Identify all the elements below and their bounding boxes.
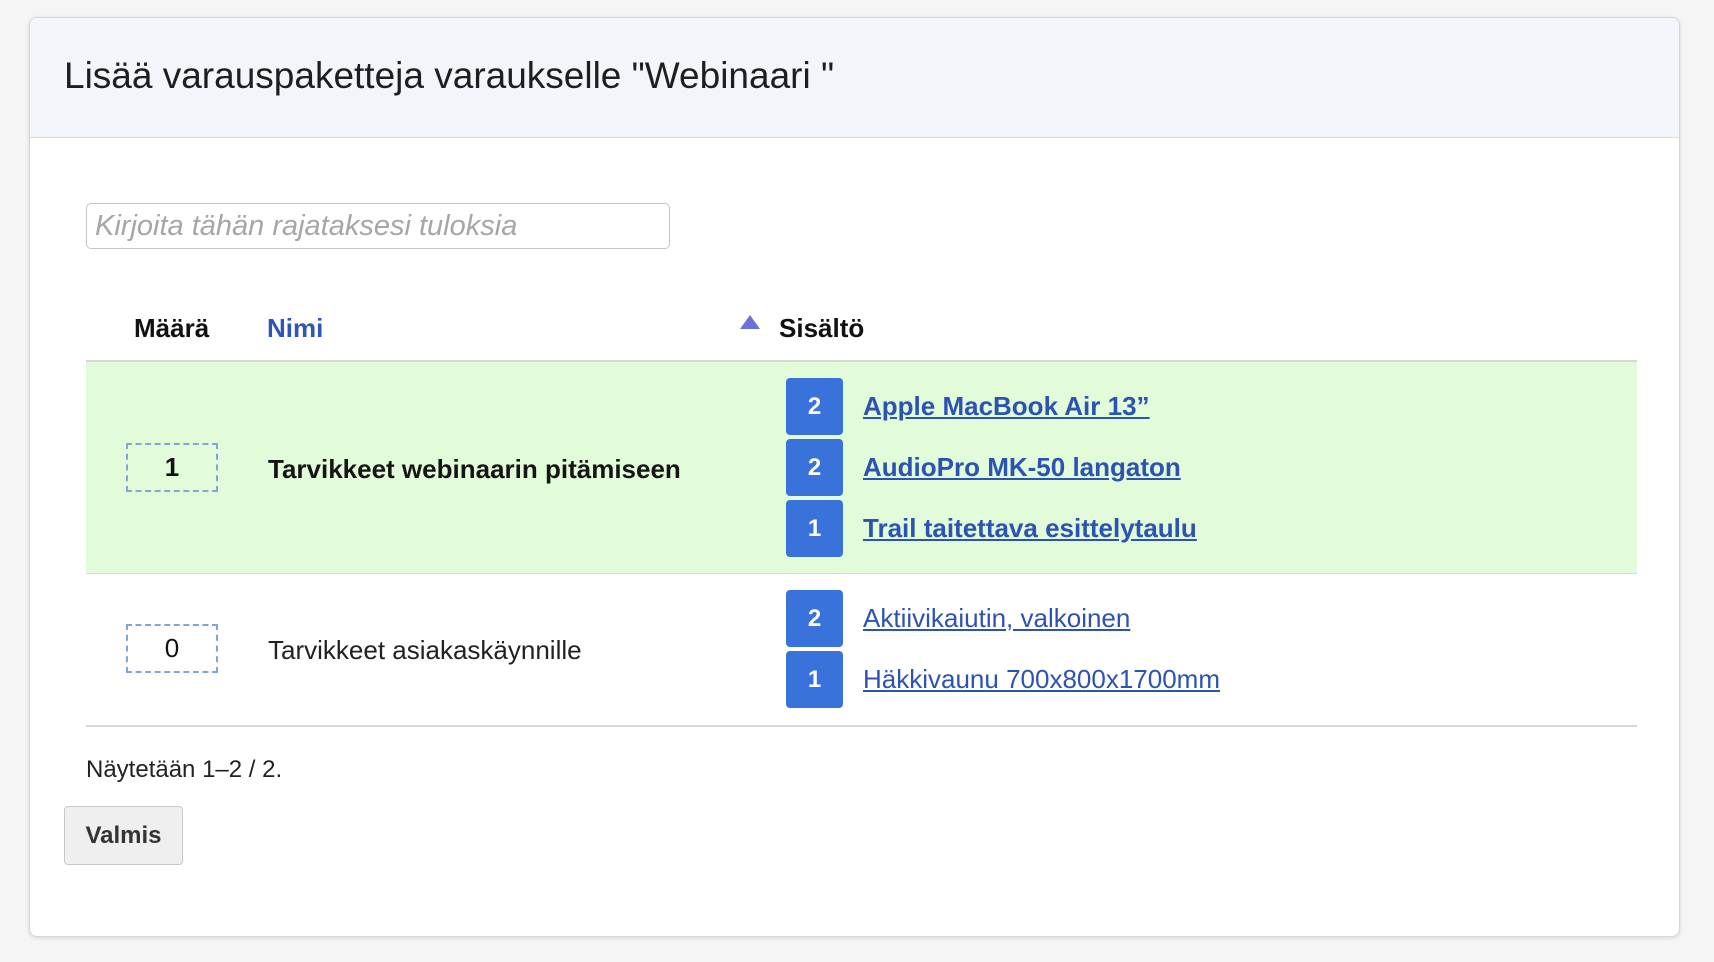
content-item: 1 Häkkivaunu 700x800x1700mm	[786, 651, 1220, 708]
column-header-name[interactable]: Nimi	[267, 313, 323, 344]
content-item: 2 AudioPro MK-50 langaton	[786, 439, 1197, 496]
item-link[interactable]: Aktiivikaiutin, valkoinen	[863, 603, 1130, 634]
column-header-quantity: Määrä	[134, 313, 210, 343]
package-contents: 2 Aktiivikaiutin, valkoinen 1 Häkkivaunu…	[786, 590, 1220, 708]
item-link[interactable]: Häkkivaunu 700x800x1700mm	[863, 664, 1220, 695]
package-name: Tarvikkeet asiakaskäynnille	[268, 635, 582, 665]
quantity-input[interactable]	[126, 624, 218, 673]
package-name: Tarvikkeet webinaarin pitämiseen	[268, 454, 681, 484]
content-item: 2 Apple MacBook Air 13”	[786, 378, 1197, 435]
item-link[interactable]: Trail taitettava esittelytaulu	[863, 513, 1197, 544]
dialog-header: Lisää varauspaketteja varaukselle "Webin…	[30, 18, 1679, 138]
content-item: 1 Trail taitettava esittelytaulu	[786, 500, 1197, 557]
packages-table: Määrä Nimi Sisältö Tarvikkeet webinaarin…	[86, 283, 1637, 727]
pagination-summary: Näytetään 1–2 / 2.	[86, 756, 283, 783]
done-button[interactable]: Valmis	[64, 806, 183, 865]
item-count-badge: 2	[786, 590, 843, 647]
table-header: Määrä Nimi Sisältö	[86, 283, 1637, 362]
content-item: 2 Aktiivikaiutin, valkoinen	[786, 590, 1220, 647]
table-row: Tarvikkeet webinaarin pitämiseen 2 Apple…	[86, 362, 1637, 574]
column-header-contents: Sisältö	[779, 313, 865, 343]
quantity-input[interactable]	[126, 443, 218, 492]
item-count-badge: 1	[786, 500, 843, 557]
package-contents: 2 Apple MacBook Air 13” 2 AudioPro MK-50…	[786, 378, 1197, 557]
dialog-title: Lisää varauspaketteja varaukselle "Webin…	[64, 54, 835, 96]
add-packages-dialog: Lisää varauspaketteja varaukselle "Webin…	[29, 17, 1680, 937]
filter-search-input[interactable]	[86, 203, 670, 249]
item-count-badge: 2	[786, 439, 843, 496]
item-link[interactable]: Apple MacBook Air 13”	[863, 391, 1150, 422]
item-link[interactable]: AudioPro MK-50 langaton	[863, 452, 1181, 483]
item-count-badge: 2	[786, 378, 843, 435]
sort-ascending-icon[interactable]	[740, 315, 760, 329]
item-count-badge: 1	[786, 651, 843, 708]
table-row: Tarvikkeet asiakaskäynnille 2 Aktiivikai…	[86, 574, 1637, 727]
